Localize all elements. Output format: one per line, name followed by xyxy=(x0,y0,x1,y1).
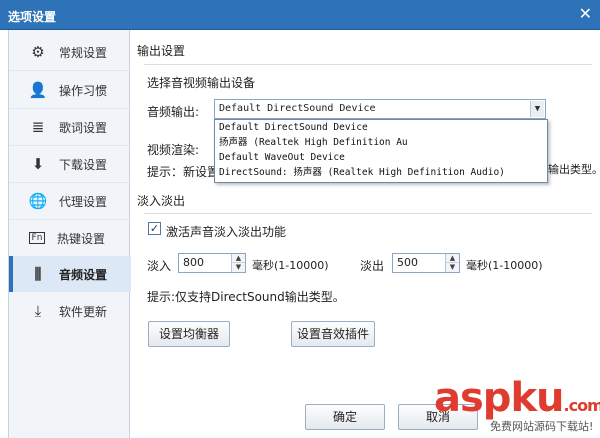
effects-plugin-button[interactable]: 设置音效插件 xyxy=(291,321,375,347)
video-render-label: 视频渲染: xyxy=(147,143,200,157)
dropdown-option[interactable]: 扬声器 (Realtek High Definition Au xyxy=(215,135,547,150)
sidebar-item-lyrics[interactable]: ≣ 歌词设置 xyxy=(9,109,131,145)
update-icon: ⤓ xyxy=(34,302,42,320)
dropdown-option[interactable]: Default DirectSound Device xyxy=(215,120,547,135)
divider xyxy=(9,70,131,71)
audio-output-select[interactable]: Default DirectSound Device ▼ xyxy=(214,99,546,119)
fade-hint: 提示:仅支持DirectSound输出类型。 xyxy=(147,290,345,304)
watermark-brand-a: asp xyxy=(434,375,511,421)
sidebar-item-download[interactable]: ⬇ 下载设置 xyxy=(9,146,131,182)
window-title: 选项设置 xyxy=(8,10,57,24)
globe-icon: 🌐 xyxy=(28,192,48,210)
sidebar-item-label: 歌词设置 xyxy=(59,120,108,135)
sidebar-item-audio[interactable]: ⫼ 音频设置 xyxy=(9,256,131,292)
output-section-title: 输出设置 xyxy=(137,44,186,58)
fade-in-stepper[interactable]: 800 ▲ ▼ xyxy=(178,253,246,273)
fade-out-unit: 毫秒(1-10000) xyxy=(466,259,543,272)
sidebar-item-label: 操作习惯 xyxy=(59,83,108,98)
fade-checkbox[interactable]: ✓ xyxy=(148,222,161,235)
ok-button[interactable]: 确定 xyxy=(305,404,385,430)
sidebar-item-label: 热键设置 xyxy=(57,231,106,246)
sidebar-item-update[interactable]: ⤓ 软件更新 xyxy=(9,293,131,329)
chevron-down-icon[interactable]: ▼ xyxy=(530,101,544,117)
sidebar-item-label: 代理设置 xyxy=(59,194,108,209)
equalizer-icon: ⫼ xyxy=(34,265,42,283)
fade-in-value: 800 xyxy=(183,256,204,269)
sidebar-item-hotkeys[interactable]: Fn 热键设置 xyxy=(9,220,131,256)
fade-in-label: 淡入 xyxy=(147,259,172,273)
gear-icon: ⚙ xyxy=(31,43,45,61)
chevron-up-icon[interactable]: ▲ xyxy=(231,254,245,263)
fade-section-title: 淡入淡出 xyxy=(137,194,186,208)
close-icon[interactable]: ✕ xyxy=(579,6,592,22)
chevron-down-icon[interactable]: ▼ xyxy=(231,263,245,272)
dropdown-option[interactable]: Default WaveOut Device xyxy=(215,150,547,165)
dropdown-option[interactable]: DirectSound: 扬声器 (Realtek High Definitio… xyxy=(215,165,547,180)
fade-out-value: 500 xyxy=(397,256,418,269)
sidebar-item-label: 下载设置 xyxy=(59,157,108,172)
fade-in-unit: 毫秒(1-10000) xyxy=(252,259,329,272)
watermark-brand-c: .com xyxy=(563,396,600,415)
hotkey-icon: Fn xyxy=(29,232,45,244)
sidebar: ⚙ 常规设置 👤 操作习惯 ≣ 歌词设置 ⬇ 下载设置 🌐 代理设置 Fn 热键… xyxy=(8,30,131,438)
equalizer-button[interactable]: 设置均衡器 xyxy=(148,321,230,347)
lyrics-icon: ≣ xyxy=(31,118,45,136)
device-prompt: 选择音视频输出设备 xyxy=(147,76,256,90)
sidebar-item-proxy[interactable]: 🌐 代理设置 xyxy=(9,183,131,219)
output-hint-prefix: 提示：新设置 xyxy=(147,165,220,179)
audio-output-label: 音频输出: xyxy=(147,105,200,119)
fade-out-stepper[interactable]: 500 ▲ ▼ xyxy=(392,253,460,273)
title-bar: 选项设置 ✕ xyxy=(0,0,600,30)
sidebar-item-label: 音频设置 xyxy=(59,267,108,282)
divider xyxy=(144,213,592,214)
watermark-subtitle: 免费网站源码下载站! xyxy=(490,420,594,433)
fade-checkbox-label: 激活声音淡入淡出功能 xyxy=(166,225,287,239)
audio-output-value: Default DirectSound Device xyxy=(219,103,376,114)
sidebar-item-label: 软件更新 xyxy=(59,304,108,319)
chevron-down-icon[interactable]: ▼ xyxy=(445,263,459,272)
person-icon: 👤 xyxy=(28,81,48,99)
sidebar-item-habits[interactable]: 👤 操作习惯 xyxy=(9,72,131,108)
chevron-up-icon[interactable]: ▲ xyxy=(445,254,459,263)
divider xyxy=(144,64,592,65)
sidebar-item-label: 常规设置 xyxy=(59,45,108,60)
audio-output-dropdown: Default DirectSound Device 扬声器 (Realtek … xyxy=(214,119,548,183)
output-hint-suffix: 输出类型。 xyxy=(548,163,600,176)
watermark-brand-b: ku xyxy=(510,375,564,421)
sidebar-item-general[interactable]: ⚙ 常规设置 xyxy=(9,34,131,70)
download-icon: ⬇ xyxy=(31,155,45,173)
fade-out-label: 淡出 xyxy=(360,259,385,273)
